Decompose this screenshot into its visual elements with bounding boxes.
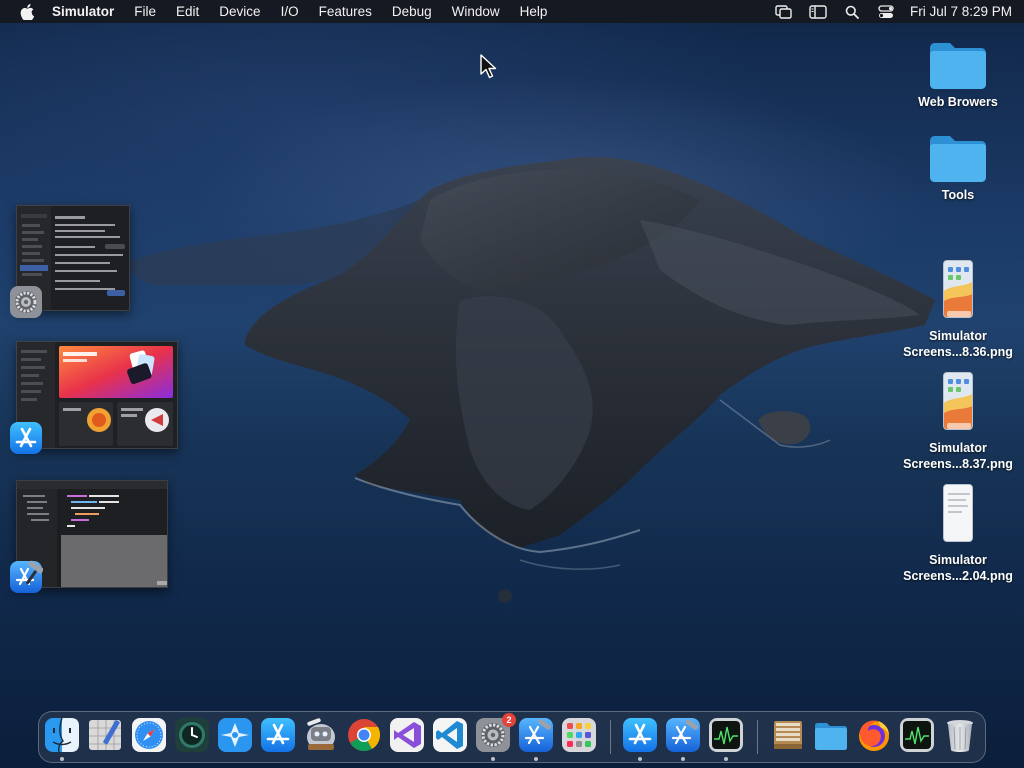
label-line-1: Simulator xyxy=(929,329,987,343)
sketch-pad-icon[interactable] xyxy=(87,717,123,753)
time-machine-icon[interactable] xyxy=(174,717,210,753)
firefox-icon[interactable] xyxy=(856,717,892,753)
menu-device[interactable]: Device xyxy=(219,4,260,19)
screenshot-file-icon xyxy=(943,372,973,430)
vscode-icon[interactable] xyxy=(432,717,468,753)
running-indicator xyxy=(491,757,495,761)
running-indicator xyxy=(638,757,642,761)
running-indicator xyxy=(60,757,64,761)
label-line-1: Simulator xyxy=(929,553,987,567)
desktop-icon-label: Simulator Screens...8.37.png xyxy=(903,440,1013,472)
system-settings-icon xyxy=(9,285,43,319)
dock-separator xyxy=(757,720,758,754)
label-line-2: Screens...8.36.png xyxy=(903,345,1013,359)
app-store-icon xyxy=(9,421,43,455)
screenshot-file-icon xyxy=(943,484,973,542)
app-store-recent-icon[interactable] xyxy=(622,717,658,753)
menu-help[interactable]: Help xyxy=(520,4,548,19)
archive-icon[interactable] xyxy=(770,717,806,753)
folder-icon xyxy=(928,40,988,90)
desktop-file-screenshot-8-36[interactable]: Simulator Screens...8.36.png xyxy=(898,260,1018,360)
apple-menu-icon[interactable] xyxy=(14,3,40,20)
menu-edit[interactable]: Edit xyxy=(176,4,199,19)
desktop-file-screenshot-2-04[interactable]: Simulator Screens...2.04.png xyxy=(898,484,1018,584)
desktop-icon-label: Tools xyxy=(941,188,975,202)
safari-icon[interactable] xyxy=(131,717,167,753)
chrome-icon[interactable] xyxy=(346,717,382,753)
desktop-folder-tools[interactable]: Tools xyxy=(898,133,1018,203)
finder-icon[interactable] xyxy=(44,717,80,753)
control-center-icon[interactable] xyxy=(876,4,896,20)
xcode-icon xyxy=(9,560,44,594)
menu-clock[interactable]: Fri Jul 7 8:29 PM xyxy=(910,4,1012,19)
screen-mirroring-icon[interactable] xyxy=(774,4,794,20)
menu-window[interactable]: Window xyxy=(452,4,500,19)
menu-app-name[interactable]: Simulator xyxy=(52,4,114,19)
automator-icon[interactable] xyxy=(303,717,339,753)
display-sidebar-icon[interactable] xyxy=(808,4,828,20)
label-line-2: Screens...2.04.png xyxy=(903,569,1013,583)
trash-icon[interactable] xyxy=(942,717,978,753)
system-settings-icon[interactable]: 2 xyxy=(475,713,516,753)
desktop-icon-label: Simulator Screens...8.36.png xyxy=(903,328,1013,360)
desktop-icon-label: Web Browers xyxy=(918,95,998,109)
mouse-pointer-icon xyxy=(480,54,498,85)
testflight-icon[interactable] xyxy=(217,717,253,753)
visual-studio-icon[interactable] xyxy=(389,717,425,753)
xcode-recent-icon[interactable] xyxy=(665,717,701,753)
menu-debug[interactable]: Debug xyxy=(392,4,432,19)
menu-io[interactable]: I/O xyxy=(281,4,299,19)
xcode-icon[interactable] xyxy=(518,717,554,753)
running-indicator xyxy=(681,757,685,761)
launchpad-icon[interactable] xyxy=(561,717,597,753)
running-indicator xyxy=(534,757,538,761)
dock-separator xyxy=(610,720,611,754)
label-line-2: Screens...8.37.png xyxy=(903,457,1013,471)
screenshot-file-icon xyxy=(943,260,973,318)
activity-monitor-minimized-icon[interactable] xyxy=(899,717,935,753)
desktop-file-screenshot-8-37[interactable]: Simulator Screens...8.37.png xyxy=(898,372,1018,472)
activity-monitor-icon[interactable] xyxy=(708,717,744,753)
notification-badge: 2 xyxy=(502,713,516,727)
app-store-icon[interactable] xyxy=(260,717,296,753)
running-indicator xyxy=(724,757,728,761)
menu-bar: Simulator File Edit Device I/O Features … xyxy=(0,0,1024,23)
folder-icon[interactable] xyxy=(813,717,849,753)
spotlight-search-icon[interactable] xyxy=(842,4,862,20)
desktop-icon-label: Simulator Screens...2.04.png xyxy=(903,552,1013,584)
label-line-1: Simulator xyxy=(929,441,987,455)
menu-file[interactable]: File xyxy=(134,4,156,19)
menu-features[interactable]: Features xyxy=(319,4,372,19)
desktop-folder-web-browers[interactable]: Web Browers xyxy=(898,40,1018,110)
folder-icon xyxy=(928,133,988,183)
